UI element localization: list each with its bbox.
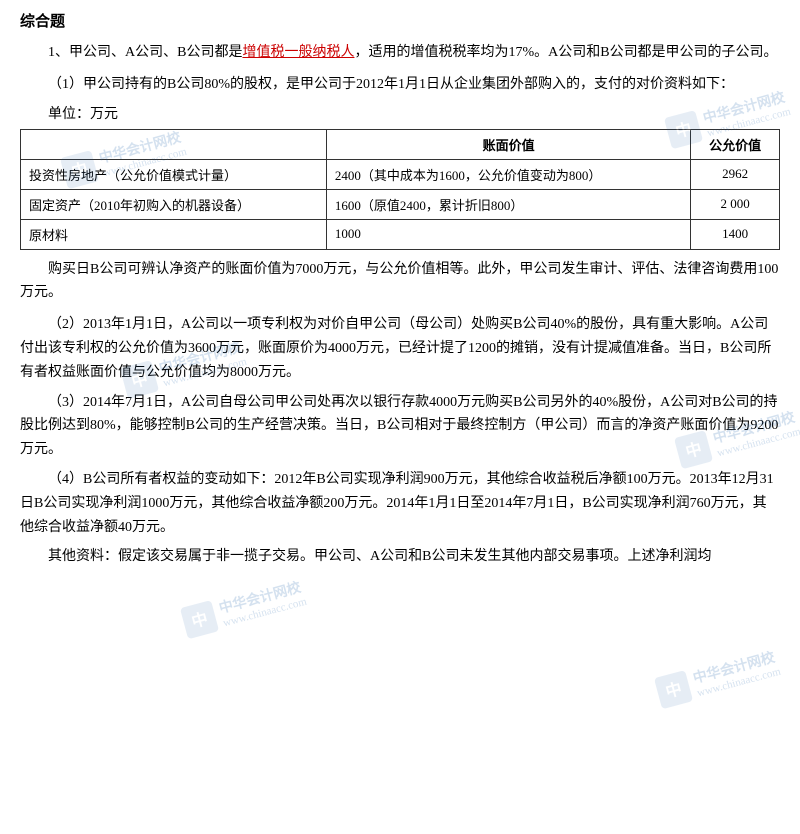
table-cell-label: 投资性房地产（公允价值模式计量） (21, 159, 327, 189)
table-cell-book: 1000 (326, 219, 690, 249)
paragraph-other: 其他资料：假定该交易属于非一揽子交易。甲公司、A公司和B公司未发生其他内部交易事… (20, 545, 780, 569)
paragraph-table-after: 购买日B公司可辨认净资产的账面价值为7000万元，与公允价值相等。此外，甲公司发… (20, 258, 780, 306)
page-title: 综合题 (20, 10, 780, 31)
col-header-item (21, 129, 327, 159)
table-cell-book: 1600（原值2400，累计折旧800） (326, 189, 690, 219)
col-header-fair: 公允价值 (691, 129, 780, 159)
svg-text:中: 中 (663, 679, 683, 701)
table-cell-fair: 1400 (691, 219, 780, 249)
paragraph-intro: 1、甲公司、A公司、B公司都是增值税一般纳税人，适用的增值税税率均为17%。A公… (20, 41, 780, 65)
watermark-6: 中 中华会计网校 www.chinaacc.com (651, 644, 782, 711)
svg-text:中: 中 (189, 609, 209, 631)
paragraph-p4: （4）B公司所有者权益的变动如下：2012年B公司实现净利润900万元，其他综合… (20, 468, 780, 539)
col-header-book: 账面价值 (326, 129, 690, 159)
paragraph-p1: （1）甲公司持有的B公司80%的股权，是甲公司于2012年1月1日从企业集团外部… (20, 73, 780, 97)
data-table: 账面价值 公允价值 投资性房地产（公允价值模式计量）2400（其中成本为1600… (20, 129, 780, 250)
table-cell-book: 2400（其中成本为1600，公允价值变动为800） (326, 159, 690, 189)
paragraph-p2: （2）2013年1月1日，A公司以一项专利权为对价自甲公司（母公司）处购买B公司… (20, 313, 780, 384)
watermark-5: 中 中华会计网校 www.chinaacc.com (177, 574, 308, 641)
table-row: 固定资产（2010年初购入的机器设备）1600（原值2400，累计折旧800）2… (21, 189, 780, 219)
table-cell-label: 原材料 (21, 219, 327, 249)
table-cell-fair: 2 000 (691, 189, 780, 219)
unit-line: 单位：万元 (48, 103, 780, 123)
table-row: 投资性房地产（公允价值模式计量）2400（其中成本为1600，公允价值变动为80… (21, 159, 780, 189)
highlight-text: 增值税一般纳税人 (242, 45, 354, 60)
table-row: 原材料10001400 (21, 219, 780, 249)
table-cell-fair: 2962 (691, 159, 780, 189)
table-cell-label: 固定资产（2010年初购入的机器设备） (21, 189, 327, 219)
paragraph-p3: （3）2014年7月1日，A公司自母公司甲公司处再次以银行存款4000万元购买B… (20, 391, 780, 462)
